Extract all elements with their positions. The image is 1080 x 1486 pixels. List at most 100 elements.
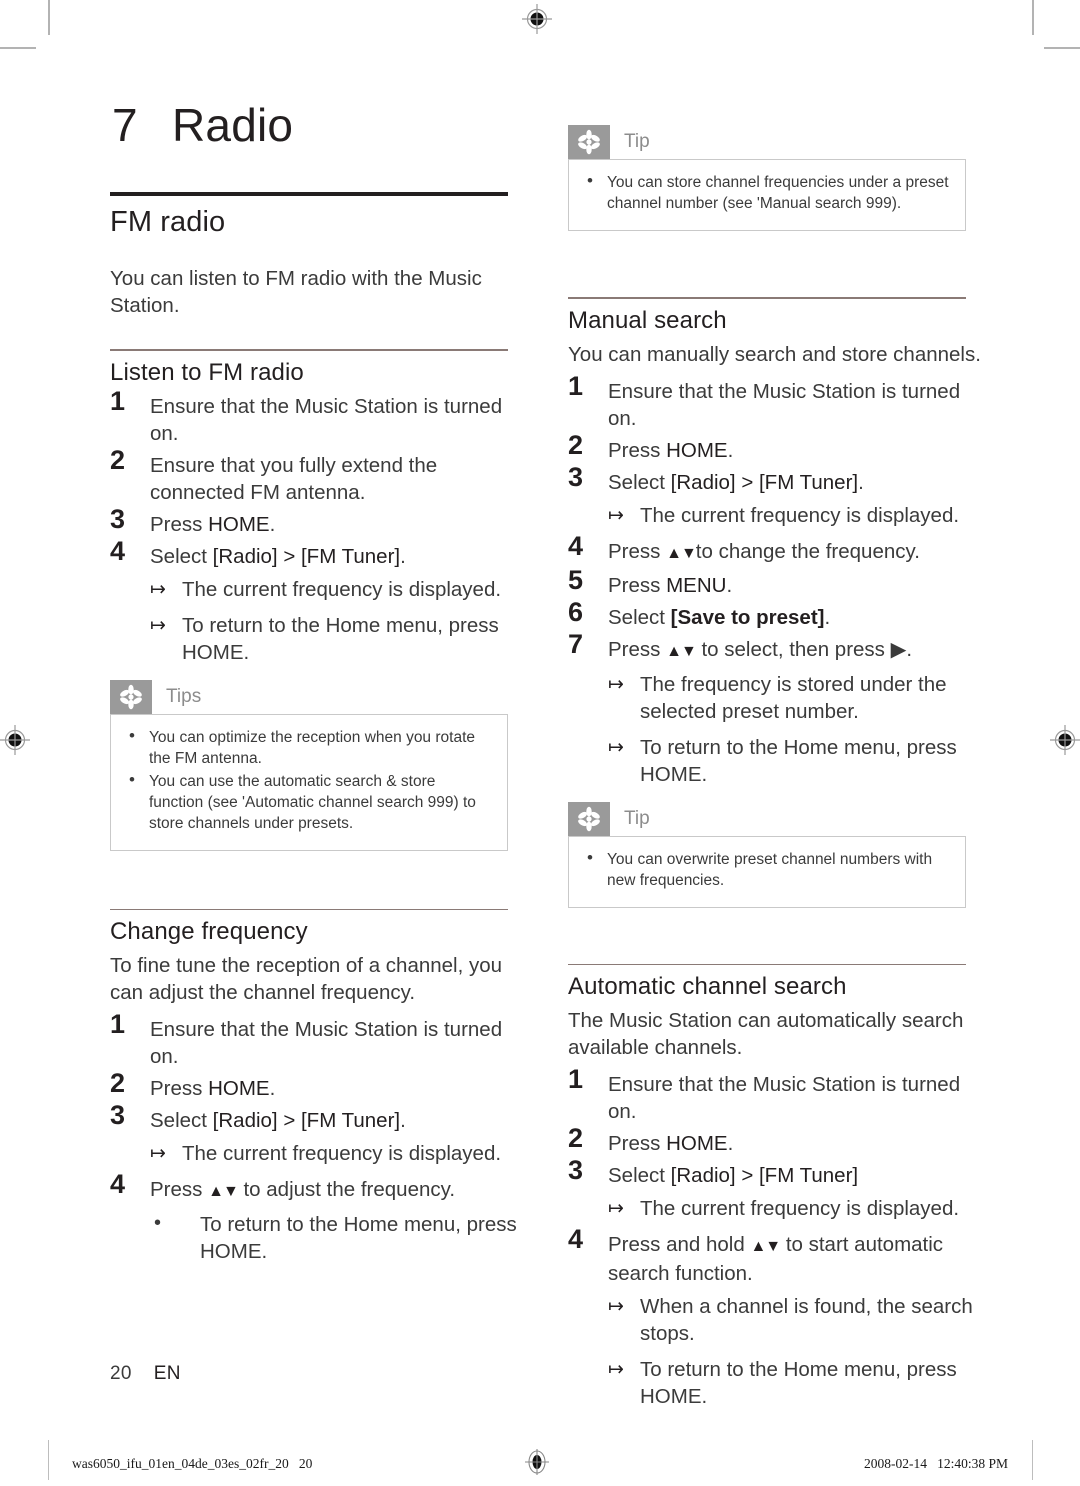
step-text-pre: Select xyxy=(608,605,671,629)
step-text-post: . xyxy=(858,470,864,494)
bullet-icon: • xyxy=(129,725,135,745)
step-text: Ensure that the Music Station is turned … xyxy=(608,1073,961,1123)
subsection-rule-manual-search xyxy=(568,297,966,299)
tips-box-header: Tips xyxy=(110,679,508,714)
step-text-pre: Press xyxy=(150,1178,209,1201)
step-keyword: HOME xyxy=(208,512,270,536)
step-keyword: [Save to preset] xyxy=(670,605,825,629)
chapter-heading: 7 Radio xyxy=(112,98,530,152)
result-item: ↦ To return to the Home menu, press HOME. xyxy=(608,734,988,788)
tip-list: • You can store channel frequencies under… xyxy=(583,171,951,214)
arrow-right-icon: ↦ xyxy=(150,578,166,600)
result-list: ↦ When a channel is found, the search sto… xyxy=(608,1293,988,1410)
step-text-post: to adjust the frequency. xyxy=(237,1178,456,1201)
step-item: Press HOME. xyxy=(110,1070,530,1102)
tip-text: You can overwrite preset channel numbers… xyxy=(607,850,933,889)
tip-box-label: Tip xyxy=(624,807,650,829)
tip-item: • You can store channel frequencies under… xyxy=(583,171,951,214)
tips-box-body: • You can optimize the reception when you… xyxy=(110,713,508,851)
result-text: The current frequency is displayed. xyxy=(182,577,502,601)
sub-bullet-list: • To return to the Home menu, press HOME. xyxy=(150,1211,530,1265)
step-text-post: . xyxy=(727,1132,734,1155)
result-item: ↦ The current frequency is displayed. xyxy=(608,502,988,529)
bullet-icon: • xyxy=(587,847,593,867)
result-list: ↦ The frequency is stored under the selec… xyxy=(608,671,988,788)
result-text: To return to the Home menu, press HOME. xyxy=(182,613,499,664)
document-page: 7 Radio FM radio You can listen to FM ra… xyxy=(0,0,1080,1486)
step-text-post: . xyxy=(400,1109,406,1132)
section-intro-fm-radio: You can listen to FM radio with the Musi… xyxy=(110,267,482,317)
result-item: ↦ The current frequency is displayed. xyxy=(150,1140,530,1167)
footer-rule-right xyxy=(1032,1440,1033,1480)
step-list-listen: Ensure that the Music Station is turned … xyxy=(110,388,530,666)
step-text-pre: Select xyxy=(150,544,213,568)
result-item: ↦ The frequency is stored under the selec… xyxy=(608,671,988,725)
subsection-intro-change-frequency: To fine tune the reception of a channel,… xyxy=(110,954,503,1004)
step-item: Select [Radio] > [FM Tuner] ↦ The current… xyxy=(568,1157,988,1222)
step-text-post: to select, then press ▶. xyxy=(695,637,913,661)
tip-box-header: Tip xyxy=(568,125,966,159)
subsection-title-listen: Listen to FM radio xyxy=(110,358,304,386)
result-item: ↦ To return to the Home menu, press HOME. xyxy=(150,612,530,666)
tip-text: You can use the automatic search & store… xyxy=(149,772,476,832)
arrow-right-icon: ↦ xyxy=(608,1359,624,1380)
result-list: ↦ The current frequency is displayed. xyxy=(150,1140,530,1167)
arrow-right-icon: ↦ xyxy=(150,1143,166,1164)
up-down-arrows-icon: ▲▼ xyxy=(208,1183,239,1200)
page-language-code: EN xyxy=(153,1363,181,1384)
up-down-arrows-icon: ▲▼ xyxy=(750,1238,781,1255)
step-text-pre: Select xyxy=(150,1109,213,1132)
step-item: Ensure that the Music Station is turned … xyxy=(568,1066,988,1125)
subsection-rule-listen xyxy=(110,349,508,351)
step-text: Ensure that you fully extend the connect… xyxy=(150,453,438,504)
sub-bullet-item: • To return to the Home menu, press HOME. xyxy=(150,1211,530,1265)
step-keyword: [Radio] > [FM Tuner] xyxy=(670,470,859,494)
step-text-pre: Press xyxy=(608,637,667,661)
step-item: Ensure that the Music Station is turned … xyxy=(110,388,530,447)
step-text-post: . xyxy=(269,1077,276,1100)
tip-list: • You can overwrite preset channel number… xyxy=(583,847,951,891)
step-text-pre: Select xyxy=(608,470,671,494)
result-text: To return to the Home menu, press HOME. xyxy=(640,735,957,786)
sub-bullet-text: To return to the Home menu, press HOME. xyxy=(200,1213,517,1263)
step-text-pre: Press and hold xyxy=(608,1233,751,1256)
result-list: ↦ The current frequency is displayed. ↦ To… xyxy=(150,576,530,666)
step-text-pre: Press xyxy=(608,573,667,597)
step-text-pre: Select xyxy=(608,1164,671,1187)
step-keyword: [Radio] > [FM Tuner] xyxy=(212,544,401,568)
subsection-title-manual-search: Manual search xyxy=(568,306,727,334)
step-item: Press HOME. xyxy=(568,432,988,464)
step-item: Press ▲▼ to select, then press ▶. ↦ The f… xyxy=(568,631,988,788)
tip-text: You can store channel frequencies under … xyxy=(607,174,949,212)
section-title-fm-radio: FM radio xyxy=(110,206,226,238)
right-column: Tip • You can store channel frequencies u… xyxy=(568,125,988,1419)
step-keyword: [Radio] > [FM Tuner] xyxy=(212,1109,401,1132)
step-text-post: . xyxy=(400,544,406,568)
arrow-right-icon: ↦ xyxy=(608,504,624,526)
step-list-manual-search: Ensure that the Music Station is turned … xyxy=(568,373,988,788)
tip-box-label: Tip xyxy=(624,131,650,152)
step-item: Press MENU. xyxy=(568,567,988,599)
step-text-post: . xyxy=(727,438,734,462)
arrow-right-icon: ↦ xyxy=(608,673,624,695)
step-keyword: HOME xyxy=(666,438,728,462)
tip-box-body: • You can overwrite preset channel number… xyxy=(568,835,966,908)
page-number: 20 xyxy=(110,1363,132,1384)
bullet-icon: • xyxy=(129,769,135,789)
tip-item: • You can use the automatic search & stor… xyxy=(125,769,493,834)
bullet-icon: • xyxy=(154,1212,162,1234)
step-keyword: HOME xyxy=(208,1077,270,1100)
chapter-title: Radio xyxy=(172,99,294,151)
step-keyword: HOME xyxy=(666,1132,728,1155)
step-item: Select [Radio] > [FM Tuner]. ↦ The curren… xyxy=(110,538,530,666)
tip-item: • You can optimize the reception when you… xyxy=(125,725,493,769)
step-item: Press ▲▼ to adjust the frequency. • To re… xyxy=(110,1171,530,1265)
tips-box-label: Tips xyxy=(166,685,202,707)
tip-item: • You can overwrite preset channel number… xyxy=(583,847,951,891)
step-item: Press HOME. xyxy=(110,506,530,538)
tip-box-preset-frequencies: Tip • You can store channel frequencies u… xyxy=(568,125,966,231)
step-item: Select [Radio] > [FM Tuner]. ↦ The curren… xyxy=(110,1102,530,1167)
step-text-pre: Press xyxy=(150,1077,209,1100)
step-item: Select [Radio] > [FM Tuner]. ↦ The curren… xyxy=(568,464,988,529)
result-item: ↦ When a channel is found, the search sto… xyxy=(608,1293,988,1347)
